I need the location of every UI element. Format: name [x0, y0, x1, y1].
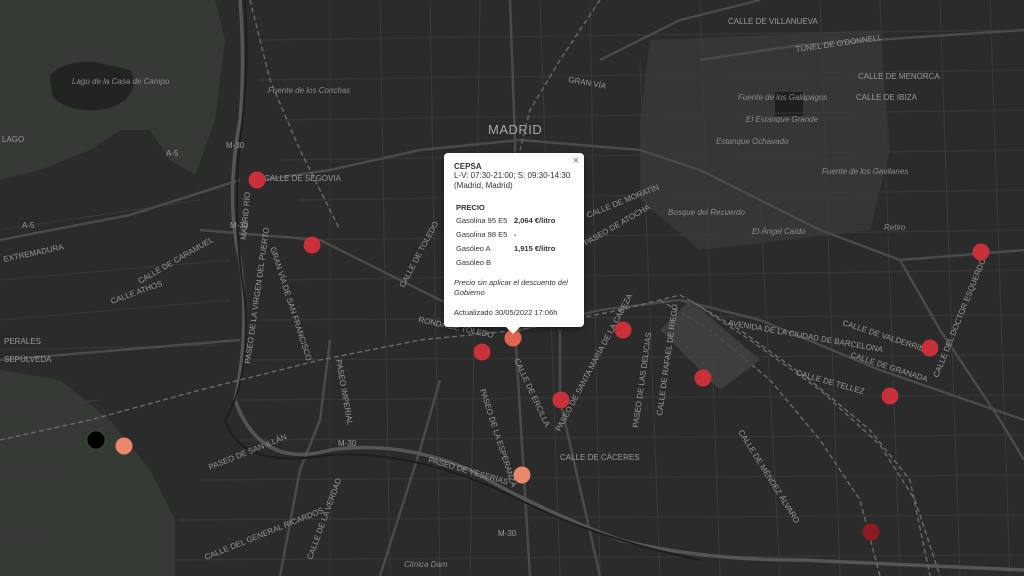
gas-station-marker[interactable] — [513, 466, 531, 484]
street-label: M-30 — [226, 141, 245, 150]
gas-station-marker[interactable] — [248, 171, 266, 189]
street-label: M-30 — [338, 439, 357, 448]
fuel-price — [514, 258, 555, 272]
street-label: CALLE DE SEGOVIA — [264, 174, 342, 183]
fuel-name: Gasolina 95 E5 — [456, 216, 508, 225]
street-label: CALLE DE CÁCERES — [560, 453, 640, 462]
fuel-price: 2,064 €/litro — [514, 216, 556, 225]
street-label: M-30 — [498, 529, 517, 538]
street-label: CALLE DE RAFAEL DE RIEGO — [655, 303, 680, 416]
station-name: CEPSA — [454, 162, 482, 171]
place-label: Fuente de los Galápagos — [738, 93, 827, 102]
gas-station-marker[interactable] — [115, 437, 133, 455]
close-icon[interactable]: × — [573, 155, 579, 167]
place-label: Clínica Dam — [404, 560, 448, 569]
street-label: CALLE DE VILLANUEVA — [728, 17, 818, 26]
gas-station-marker[interactable] — [862, 523, 880, 541]
place-label: Estanque Ochavado — [716, 137, 789, 146]
city-label: MADRID — [488, 122, 542, 137]
street-label: PASEO IMPERIAL — [334, 359, 355, 427]
gas-station-marker[interactable] — [921, 339, 939, 357]
gas-station-marker[interactable] — [473, 343, 491, 361]
street-label: GRAN VÍA DE SAN FRANCISCO — [268, 246, 313, 362]
fuel-price: 1,915 €/litro — [514, 244, 556, 253]
street-label: A-5 — [166, 149, 179, 158]
gas-station-marker[interactable] — [614, 321, 632, 339]
price-row: Gasolina 95 E5 2,064 €/litro — [456, 216, 555, 230]
street-label: MADRID RÍO — [239, 192, 252, 241]
updated-timestamp: Actualizado 30/05/2022 17:06h — [454, 308, 558, 317]
street-label: PASEO DE SAN ILLÁN — [207, 432, 288, 472]
place-label: Lago de la Casa de Campo — [72, 77, 170, 86]
street-label: CALLE DE TELLEZ — [795, 368, 865, 396]
street-label: CALLE DE CARAMUEL — [137, 235, 216, 286]
street-label: CALLE DE IBIZA — [856, 93, 918, 102]
gas-station-marker[interactable] — [881, 387, 899, 405]
street-label: PERALES — [4, 337, 41, 346]
m30-ring — [230, 0, 1024, 572]
gas-station-marker[interactable] — [87, 431, 105, 449]
street-label: A-5 — [22, 221, 35, 230]
gas-station-marker[interactable] — [972, 243, 990, 261]
street-label: GRAN VÍA — [568, 75, 608, 91]
popup-pointer — [506, 327, 520, 334]
price-row: Gasóleo B — [456, 258, 555, 272]
street-label: M-30 — [230, 221, 249, 230]
fuel-name: Gasóleo A — [456, 244, 491, 253]
price-row: Gasolina 98 E5 - — [456, 230, 555, 244]
station-popup: × CEPSA L-V: 07:30-21:00; S: 09:30-14:30… — [444, 153, 584, 334]
place-label: El Estanque Grande — [746, 115, 819, 124]
place-label: El Ángel Caído — [752, 227, 806, 236]
place-label: Fuente de los Conchas — [268, 86, 350, 95]
price-row: Gasóleo A 1,915 €/litro — [456, 244, 555, 258]
opening-hours: L-V: 07:30-21:00; S: 09:30-14:30 — [454, 171, 571, 180]
gas-station-marker[interactable] — [552, 391, 570, 409]
fuel-price: - — [514, 230, 517, 239]
discount-note: Precio sin aplicar el descuento del Gobi… — [454, 278, 568, 297]
street-label: CALLE DE MENORCA — [858, 72, 940, 81]
street-label: LAGO — [2, 135, 24, 144]
street-label: CALLE ATHOS — [110, 279, 164, 306]
street-label: SEPÚLVEDA — [4, 355, 52, 364]
station-location: (Madrid, Madrid) — [454, 181, 513, 190]
fuel-name: Gasóleo B — [456, 258, 492, 267]
place-label: Fuente de los Gavilanes — [822, 167, 908, 176]
price-heading: PRECIO — [456, 203, 485, 212]
place-label: Bosque del Recuerdo — [668, 208, 745, 217]
gas-station-marker[interactable] — [303, 236, 321, 254]
street-label: PASEO DE LAS DELICIAS — [631, 332, 653, 429]
gas-station-marker[interactable] — [694, 369, 712, 387]
place-label: Retiro — [884, 223, 906, 232]
map[interactable]: MADRID Lago de la Casa de Campo Fuente d… — [0, 0, 1024, 576]
street-label: PASEO DE LA VIRGEN DEL PUERTO — [243, 227, 271, 364]
street-label: PASEO DE YESERÍAS — [427, 455, 509, 486]
fuel-name: Gasolina 98 E5 — [456, 230, 508, 239]
price-table: Gasolina 95 E5 2,064 €/litro Gasolina 98… — [456, 216, 555, 272]
street-label: EXTREMADURA — [3, 242, 66, 264]
